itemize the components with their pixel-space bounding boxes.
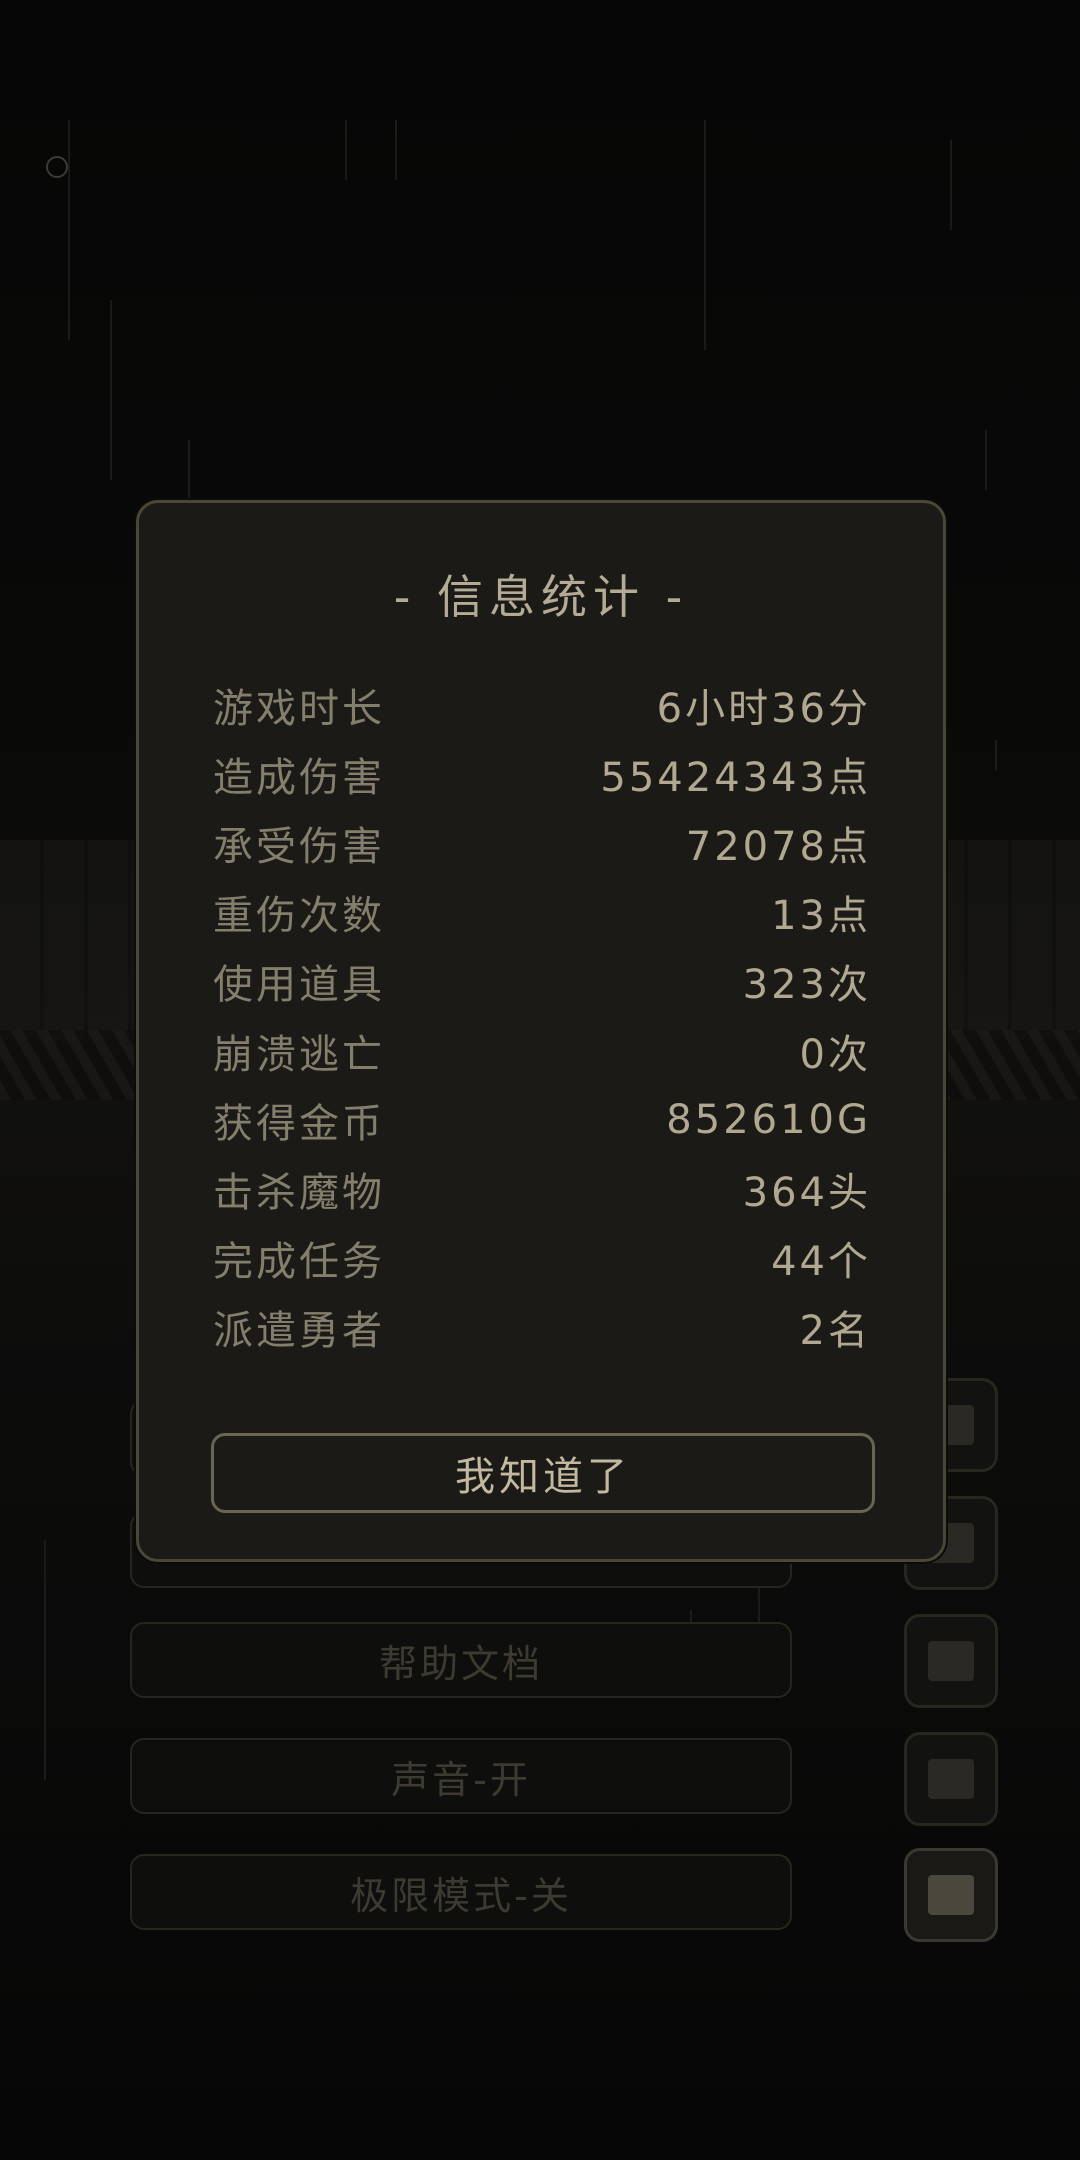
rain-streak xyxy=(395,120,397,180)
stat-row-monsters-killed: 击杀魔物 364头 xyxy=(213,1159,871,1219)
stat-value: 72078点 xyxy=(685,824,871,870)
stat-value: 323次 xyxy=(742,962,871,1008)
dialog-title: - 信息统计 - xyxy=(393,570,689,624)
rain-streak xyxy=(704,120,706,350)
stat-label: 完成任务 xyxy=(213,1239,385,1285)
rain-streak xyxy=(995,740,997,770)
document-icon xyxy=(928,1759,974,1799)
stat-value: 44个 xyxy=(771,1239,871,1285)
document-button[interactable] xyxy=(904,1732,998,1826)
stat-value: 6小时36分 xyxy=(656,686,871,732)
stat-label: 击杀魔物 xyxy=(213,1170,385,1216)
stats-dialog: - 信息统计 - 游戏时长 6小时36分 造成伤害 55424343点 承受伤害… xyxy=(136,500,946,1562)
help-docs-button[interactable]: 帮助文档 xyxy=(130,1622,792,1698)
rain-streak xyxy=(345,120,347,180)
stat-label: 使用道具 xyxy=(213,962,385,1008)
stat-value: 364头 xyxy=(742,1170,871,1216)
stat-label: 造成伤害 xyxy=(213,755,385,801)
sound-toggle-button[interactable]: 声音-开 xyxy=(130,1738,792,1814)
stat-label: 派遣勇者 xyxy=(213,1308,385,1354)
stat-label: 承受伤害 xyxy=(213,824,385,870)
stat-row-escapes: 崩溃逃亡 0次 xyxy=(213,1021,871,1081)
stat-value: 0次 xyxy=(799,1032,871,1078)
rain-streak xyxy=(68,120,70,340)
stat-row-damage-dealt: 造成伤害 55424343点 xyxy=(213,744,871,804)
stat-row-quests: 完成任务 44个 xyxy=(213,1228,871,1288)
rain-streak xyxy=(985,430,987,490)
rain-streak xyxy=(110,300,112,480)
confirm-button[interactable]: 我知道了 xyxy=(211,1433,875,1513)
stat-label: 重伤次数 xyxy=(213,893,385,939)
stat-row-heroes-sent: 派遣勇者 2名 xyxy=(213,1297,871,1357)
computer-icon xyxy=(928,1875,974,1915)
ring-decoration xyxy=(46,156,68,178)
stat-label: 崩溃逃亡 xyxy=(213,1032,385,1078)
stat-value: 2名 xyxy=(799,1308,871,1354)
stat-label: 获得金币 xyxy=(213,1101,385,1147)
stat-row-damage-taken: 承受伤害 72078点 xyxy=(213,813,871,873)
map-scroll-button[interactable] xyxy=(904,1614,998,1708)
computer-button[interactable] xyxy=(904,1848,998,1942)
stat-value: 13点 xyxy=(771,893,871,939)
map-scroll-icon xyxy=(928,1641,974,1681)
stat-row-items-used: 使用道具 323次 xyxy=(213,951,871,1011)
rain-streak xyxy=(44,1540,46,1780)
stat-value: 55424343点 xyxy=(600,755,871,801)
stat-value: 852610G xyxy=(666,1097,871,1143)
rain-streak xyxy=(950,140,952,230)
stat-row-playtime: 游戏时长 6小时36分 xyxy=(213,675,871,735)
stat-row-gold: 获得金币 852610G xyxy=(213,1090,871,1150)
extreme-mode-button[interactable]: 极限模式-关 xyxy=(130,1854,792,1930)
stat-row-critical-injuries: 重伤次数 13点 xyxy=(213,882,871,942)
stat-label: 游戏时长 xyxy=(213,686,385,732)
